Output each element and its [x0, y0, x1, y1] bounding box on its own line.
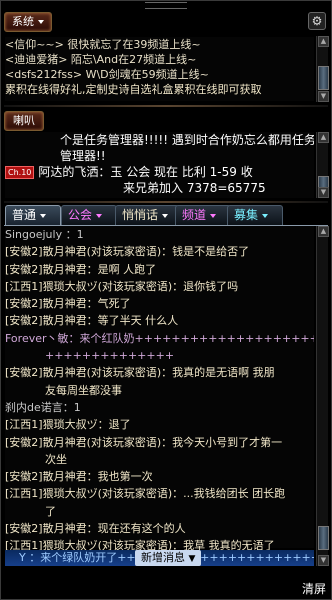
system-messages-panel: <信仰~~> 很快就忘了在39频道上线~ <迪迪爱猪> 陌忘\And在27频道上线…	[5, 37, 314, 101]
chevron-down-icon	[210, 213, 217, 218]
tab-channel[interactable]: 频道	[175, 205, 231, 225]
chevron-down-icon	[262, 213, 269, 218]
chat-message: [安徽2]散月神君(对该玩家密语)：我今天小号到了才第一	[5, 435, 283, 449]
scroll-down-icon[interactable]: ▼	[318, 555, 329, 566]
chat-log: Singoejuly ：1 [安徽2]散月神君(对该玩家密语)：钱是不是给否了 [安…	[5, 226, 314, 552]
scroll-up-icon[interactable]: ▲	[318, 36, 329, 47]
tab-whisper[interactable]: 悄悄话	[115, 205, 179, 225]
tab-label: 募集	[234, 208, 259, 222]
chat-scrollbar[interactable]: ▲ ▼	[316, 226, 329, 566]
chat-message: [江西1]猥琐大叔ヅ(对该玩家密语)：退你钱了吗	[5, 279, 239, 293]
scroll-thumb[interactable]	[318, 66, 329, 90]
chat-message: Singoejuly ：1	[5, 228, 84, 241]
horn-line: 管理器!!	[60, 149, 106, 163]
chat-message: Forever丶敏：来个红队奶+++++++++++++++++++++++++…	[5, 331, 314, 345]
chevron-down-icon	[96, 213, 103, 218]
new-message-button[interactable]: 新增消息 ▼	[135, 550, 202, 566]
tab-normal[interactable]: 普通	[5, 205, 61, 225]
chat-message: [江西1]猥琐大叔ヅ：退了	[5, 418, 131, 432]
chat-message: ++++++++++++++	[45, 349, 175, 363]
channel-badge: Ch.10	[5, 166, 35, 179]
horn-line: 个是任务管理器!!!!! 遇到时合作奶忘么都用任务	[60, 133, 314, 147]
chat-message: [安徽2]散月神君(对该玩家密语)：钱是不是给否了	[5, 245, 250, 259]
chat-message: [安徽2]散月神君：我也第一次	[5, 470, 153, 484]
system-channel-label: 系统	[12, 15, 34, 28]
new-message-label: 新增消息	[141, 551, 185, 564]
chat-message: 了	[45, 504, 56, 518]
chat-message: [安徽2]散月神君：现在还有这个的人	[5, 522, 186, 536]
scroll-up-icon[interactable]: ▲	[318, 226, 329, 237]
system-scrollbar[interactable]: ▲ ▼	[316, 36, 329, 102]
divider	[4, 105, 328, 107]
horn-line-with-badge: Ch.10 阿达的飞洒：玉 公会 现在 比利 1-59 收	[5, 164, 314, 180]
chat-message: [安徽2]散月神君：气死了	[5, 297, 131, 311]
arrow-down-icon: ▼	[188, 554, 196, 564]
horn-line: 来兄弟加入 7378=65775	[123, 181, 266, 195]
scroll-down-icon[interactable]: ▼	[318, 187, 329, 198]
chevron-down-icon	[162, 213, 169, 218]
tab-recruit[interactable]: 募集	[227, 205, 283, 225]
tab-label: 普通	[12, 208, 37, 222]
chat-message: 友每周坐都没事	[45, 383, 122, 397]
chat-message: [安徽2]散月神君(对该玩家密语)：我真的是无语啊 我朋	[5, 366, 275, 380]
tab-label: 频道	[182, 208, 207, 222]
chat-message: [江西1]猥琐大叔ヅ(对该玩家密语)：...我钱给团长 团长跑	[5, 487, 286, 501]
tab-label: 悄悄话	[122, 208, 159, 222]
window-drag-handle[interactable]	[145, 2, 187, 9]
horn-messages-panel: 个是任务管理器!!!!! 遇到时合作奶忘么都用任务 管理器!! Ch.10 阿达的…	[5, 132, 314, 198]
scroll-thumb[interactable]	[318, 526, 329, 550]
chat-message: [安徽2]散月神君：等了半天 什么人	[5, 314, 179, 328]
system-message: 累积在线得好礼,定制史诗自选礼盒累积在线即可获取	[5, 83, 262, 96]
chat-message: 刹内de诺言：1	[5, 400, 81, 414]
clear-screen-button[interactable]: 清屏	[302, 580, 326, 597]
horn-channel-label: 喇叭	[13, 114, 35, 127]
system-message: <dsfs212fss> W\D剑魂在59频道上线~	[5, 68, 209, 81]
divider	[4, 201, 328, 203]
scroll-down-icon[interactable]: ▼	[318, 91, 329, 102]
horn-scrollbar[interactable]: ▲ ▼	[316, 132, 329, 198]
chevron-down-icon	[40, 213, 47, 218]
system-channel-button[interactable]: 系统	[4, 12, 52, 32]
tab-label: 公会	[68, 208, 93, 222]
system-message: <迪迪爱猪> 陌忘\And在27频道上线~	[5, 53, 197, 66]
tab-guild[interactable]: 公会	[61, 205, 117, 225]
chat-message: [安徽2]散月神君：是啊 人跑了	[5, 262, 157, 276]
system-message: <信仰~~> 很快就忘了在39频道上线~	[5, 38, 201, 51]
scroll-up-icon[interactable]: ▲	[318, 132, 329, 143]
gear-icon[interactable]: ⚙	[308, 12, 326, 30]
horn-line-text: 阿达的飞洒：玉 公会 现在 比利 1-59 收	[38, 165, 253, 179]
chevron-down-icon	[38, 20, 44, 24]
new-message-bar[interactable]: Y ：来个绿队奶开了++++++++++++++++++++++++++++++…	[5, 550, 314, 566]
chat-message: 次坐	[45, 452, 67, 466]
horn-channel-button[interactable]: 喇叭	[4, 111, 44, 131]
